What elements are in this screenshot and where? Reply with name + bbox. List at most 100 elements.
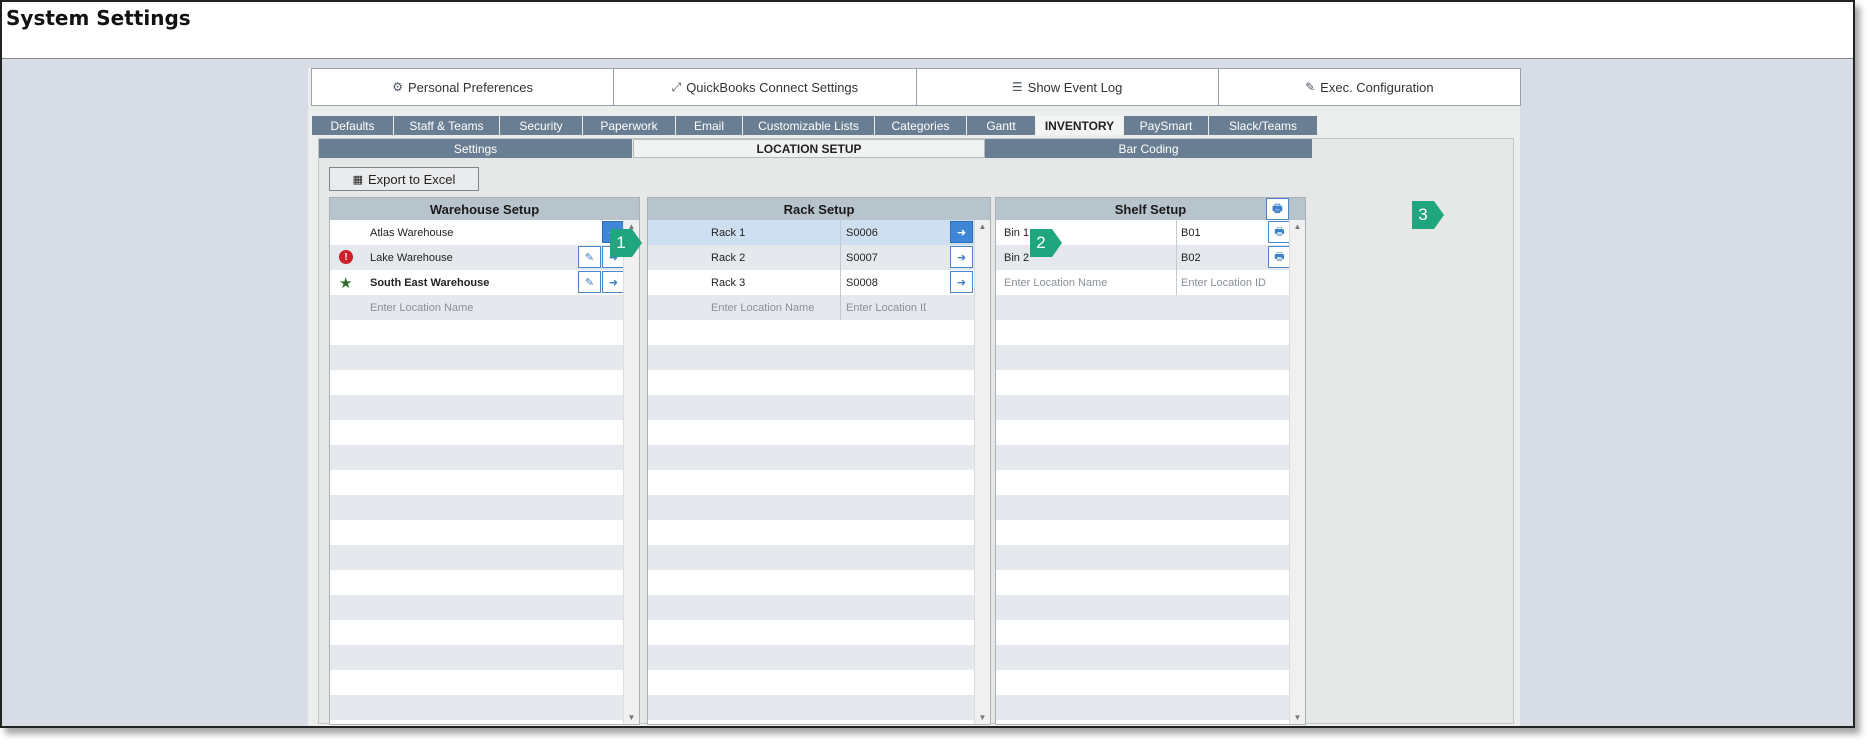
empty-row bbox=[648, 420, 975, 445]
new-location-row[interactable]: Enter Location Name Enter Location ID bbox=[648, 295, 975, 320]
tab-paperwork[interactable]: Paperwork bbox=[583, 116, 675, 135]
new-location-row[interactable]: Enter Location Name bbox=[330, 295, 624, 320]
column-divider bbox=[1176, 245, 1177, 270]
tab-categories[interactable]: Categories bbox=[875, 116, 966, 135]
empty-row bbox=[648, 320, 975, 345]
warehouse-name: Atlas Warehouse bbox=[370, 226, 454, 239]
warehouse-name: South East Warehouse bbox=[370, 276, 490, 289]
empty-row bbox=[648, 595, 975, 620]
empty-row bbox=[648, 545, 975, 570]
warehouse-row[interactable]: Atlas Warehouse ➜ bbox=[330, 220, 624, 245]
edit-icon: ✎ bbox=[1305, 80, 1316, 94]
pencil-icon[interactable]: ✎ bbox=[578, 271, 601, 293]
go-arrow-icon[interactable]: ➜ bbox=[950, 246, 973, 268]
location-name-input[interactable]: Enter Location Name bbox=[711, 302, 814, 314]
location-id-input[interactable]: Enter Location ID bbox=[1181, 277, 1266, 289]
column-divider bbox=[840, 245, 841, 270]
new-location-row[interactable]: Enter Location Name Enter Location ID bbox=[996, 270, 1290, 295]
main-tab-bar: Defaults Staff & Teams Security Paperwor… bbox=[312, 116, 1522, 135]
rack-row[interactable]: Rack 3 S0008 ➜ bbox=[648, 270, 975, 295]
empty-row bbox=[648, 345, 975, 370]
empty-row bbox=[330, 495, 624, 520]
shelf-list: Bin 1 B01 🖶 Bin 2 B02 🖶 Enter Location N… bbox=[996, 220, 1290, 724]
empty-row bbox=[330, 670, 624, 695]
empty-row bbox=[330, 595, 624, 620]
rack-row[interactable]: Rack 1 S0006 ➜ bbox=[648, 220, 975, 245]
shelf-setup-title: Shelf Setup bbox=[1114, 201, 1187, 217]
shelf-setup-header: Shelf Setup 🖶 bbox=[996, 198, 1305, 221]
tab-security[interactable]: Security bbox=[500, 116, 582, 135]
tab-staff-teams[interactable]: Staff & Teams bbox=[394, 116, 499, 135]
empty-row bbox=[330, 695, 624, 720]
empty-row bbox=[996, 420, 1290, 445]
show-event-log-button[interactable]: ☰ Show Event Log bbox=[917, 69, 1219, 105]
go-arrow-icon[interactable]: ➜ bbox=[950, 221, 973, 243]
empty-row bbox=[996, 645, 1290, 670]
callout-marker-3: 3 bbox=[1408, 198, 1444, 232]
title-bar: System Settings bbox=[2, 2, 1853, 59]
empty-row bbox=[330, 570, 624, 595]
go-arrow-icon[interactable]: ➜ bbox=[950, 271, 973, 293]
callout-number: 1 bbox=[616, 233, 626, 252]
scroll-down-icon[interactable]: ▼ bbox=[1290, 713, 1305, 722]
empty-row bbox=[330, 470, 624, 495]
empty-row bbox=[330, 395, 624, 420]
callout-marker-2: 2 bbox=[1026, 226, 1062, 260]
scroll-down-icon[interactable]: ▼ bbox=[624, 713, 639, 722]
tab-inventory[interactable]: INVENTORY bbox=[1036, 116, 1123, 135]
tab-customizable-lists[interactable]: Customizable Lists bbox=[743, 116, 874, 135]
go-arrow-icon[interactable]: ➜ bbox=[602, 271, 624, 293]
personal-preferences-button[interactable]: ⚙ Personal Preferences bbox=[312, 69, 615, 105]
exec-configuration-button[interactable]: ✎ Exec. Configuration bbox=[1219, 69, 1520, 105]
empty-row bbox=[996, 695, 1290, 720]
column-divider bbox=[840, 295, 841, 320]
tab-gantt[interactable]: Gantt bbox=[967, 116, 1035, 135]
export-to-excel-button[interactable]: ▦ Export to Excel bbox=[329, 167, 479, 191]
location-name-input[interactable]: Enter Location Name bbox=[370, 302, 473, 314]
empty-row bbox=[996, 670, 1290, 695]
empty-row bbox=[330, 370, 624, 395]
tab-paysmart[interactable]: PaySmart bbox=[1124, 116, 1208, 135]
export-to-excel-label: Export to Excel bbox=[367, 171, 456, 187]
print-icon[interactable]: 🖶 bbox=[1268, 246, 1290, 268]
exec-configuration-label: Exec. Configuration bbox=[1320, 79, 1434, 95]
print-icon[interactable]: 🖶 bbox=[1266, 198, 1289, 220]
tab-slack-teams[interactable]: Slack/Teams bbox=[1209, 116, 1317, 135]
quickbooks-connect-label: QuickBooks Connect Settings bbox=[686, 79, 859, 95]
gear-icon: ⚙ bbox=[392, 80, 403, 94]
print-icon[interactable]: 🖶 bbox=[1268, 221, 1290, 243]
subtab-bar-coding[interactable]: Bar Coding bbox=[985, 139, 1313, 158]
warehouse-row[interactable]: ★ South East Warehouse ✎ ➜ bbox=[330, 270, 624, 295]
pencil-icon[interactable]: ✎ bbox=[578, 246, 601, 268]
warehouse-scrollbar[interactable]: ▲ ▼ bbox=[623, 220, 639, 724]
empty-row bbox=[648, 720, 975, 724]
scroll-down-icon[interactable]: ▼ bbox=[975, 713, 990, 722]
column-divider bbox=[1176, 270, 1177, 295]
scroll-up-icon[interactable]: ▲ bbox=[1290, 222, 1305, 231]
empty-row bbox=[648, 645, 975, 670]
tab-defaults[interactable]: Defaults bbox=[312, 116, 393, 135]
empty-row bbox=[996, 370, 1290, 395]
empty-row bbox=[648, 520, 975, 545]
rack-row[interactable]: Rack 2 S0007 ➜ bbox=[648, 245, 975, 270]
location-id-input[interactable]: Enter Location ID bbox=[846, 302, 926, 314]
location-name-input[interactable]: Enter Location Name bbox=[1004, 277, 1107, 289]
list-icon: ☰ bbox=[1011, 80, 1023, 94]
empty-row bbox=[996, 295, 1290, 320]
empty-row bbox=[330, 345, 624, 370]
warehouse-row[interactable]: ! Lake Warehouse ✎ ➜ bbox=[330, 245, 624, 270]
empty-row bbox=[648, 570, 975, 595]
rack-list: Rack 1 S0006 ➜ Rack 2 S0007 ➜ Rack 3 S00… bbox=[648, 220, 975, 724]
tab-email[interactable]: Email bbox=[676, 116, 742, 135]
empty-row bbox=[330, 520, 624, 545]
subtab-settings[interactable]: Settings bbox=[319, 139, 633, 158]
empty-row bbox=[648, 620, 975, 645]
quickbooks-connect-button[interactable]: ⤢ QuickBooks Connect Settings bbox=[614, 69, 917, 105]
subtab-location-setup[interactable]: LOCATION SETUP bbox=[633, 139, 985, 158]
empty-row bbox=[330, 320, 624, 345]
shelf-scrollbar[interactable]: ▲ ▼ bbox=[1289, 220, 1305, 724]
rack-scrollbar[interactable]: ▲ ▼ bbox=[974, 220, 990, 724]
show-event-log-label: Show Event Log bbox=[1027, 79, 1123, 95]
scroll-up-icon[interactable]: ▲ bbox=[975, 222, 990, 231]
empty-row bbox=[996, 320, 1290, 345]
